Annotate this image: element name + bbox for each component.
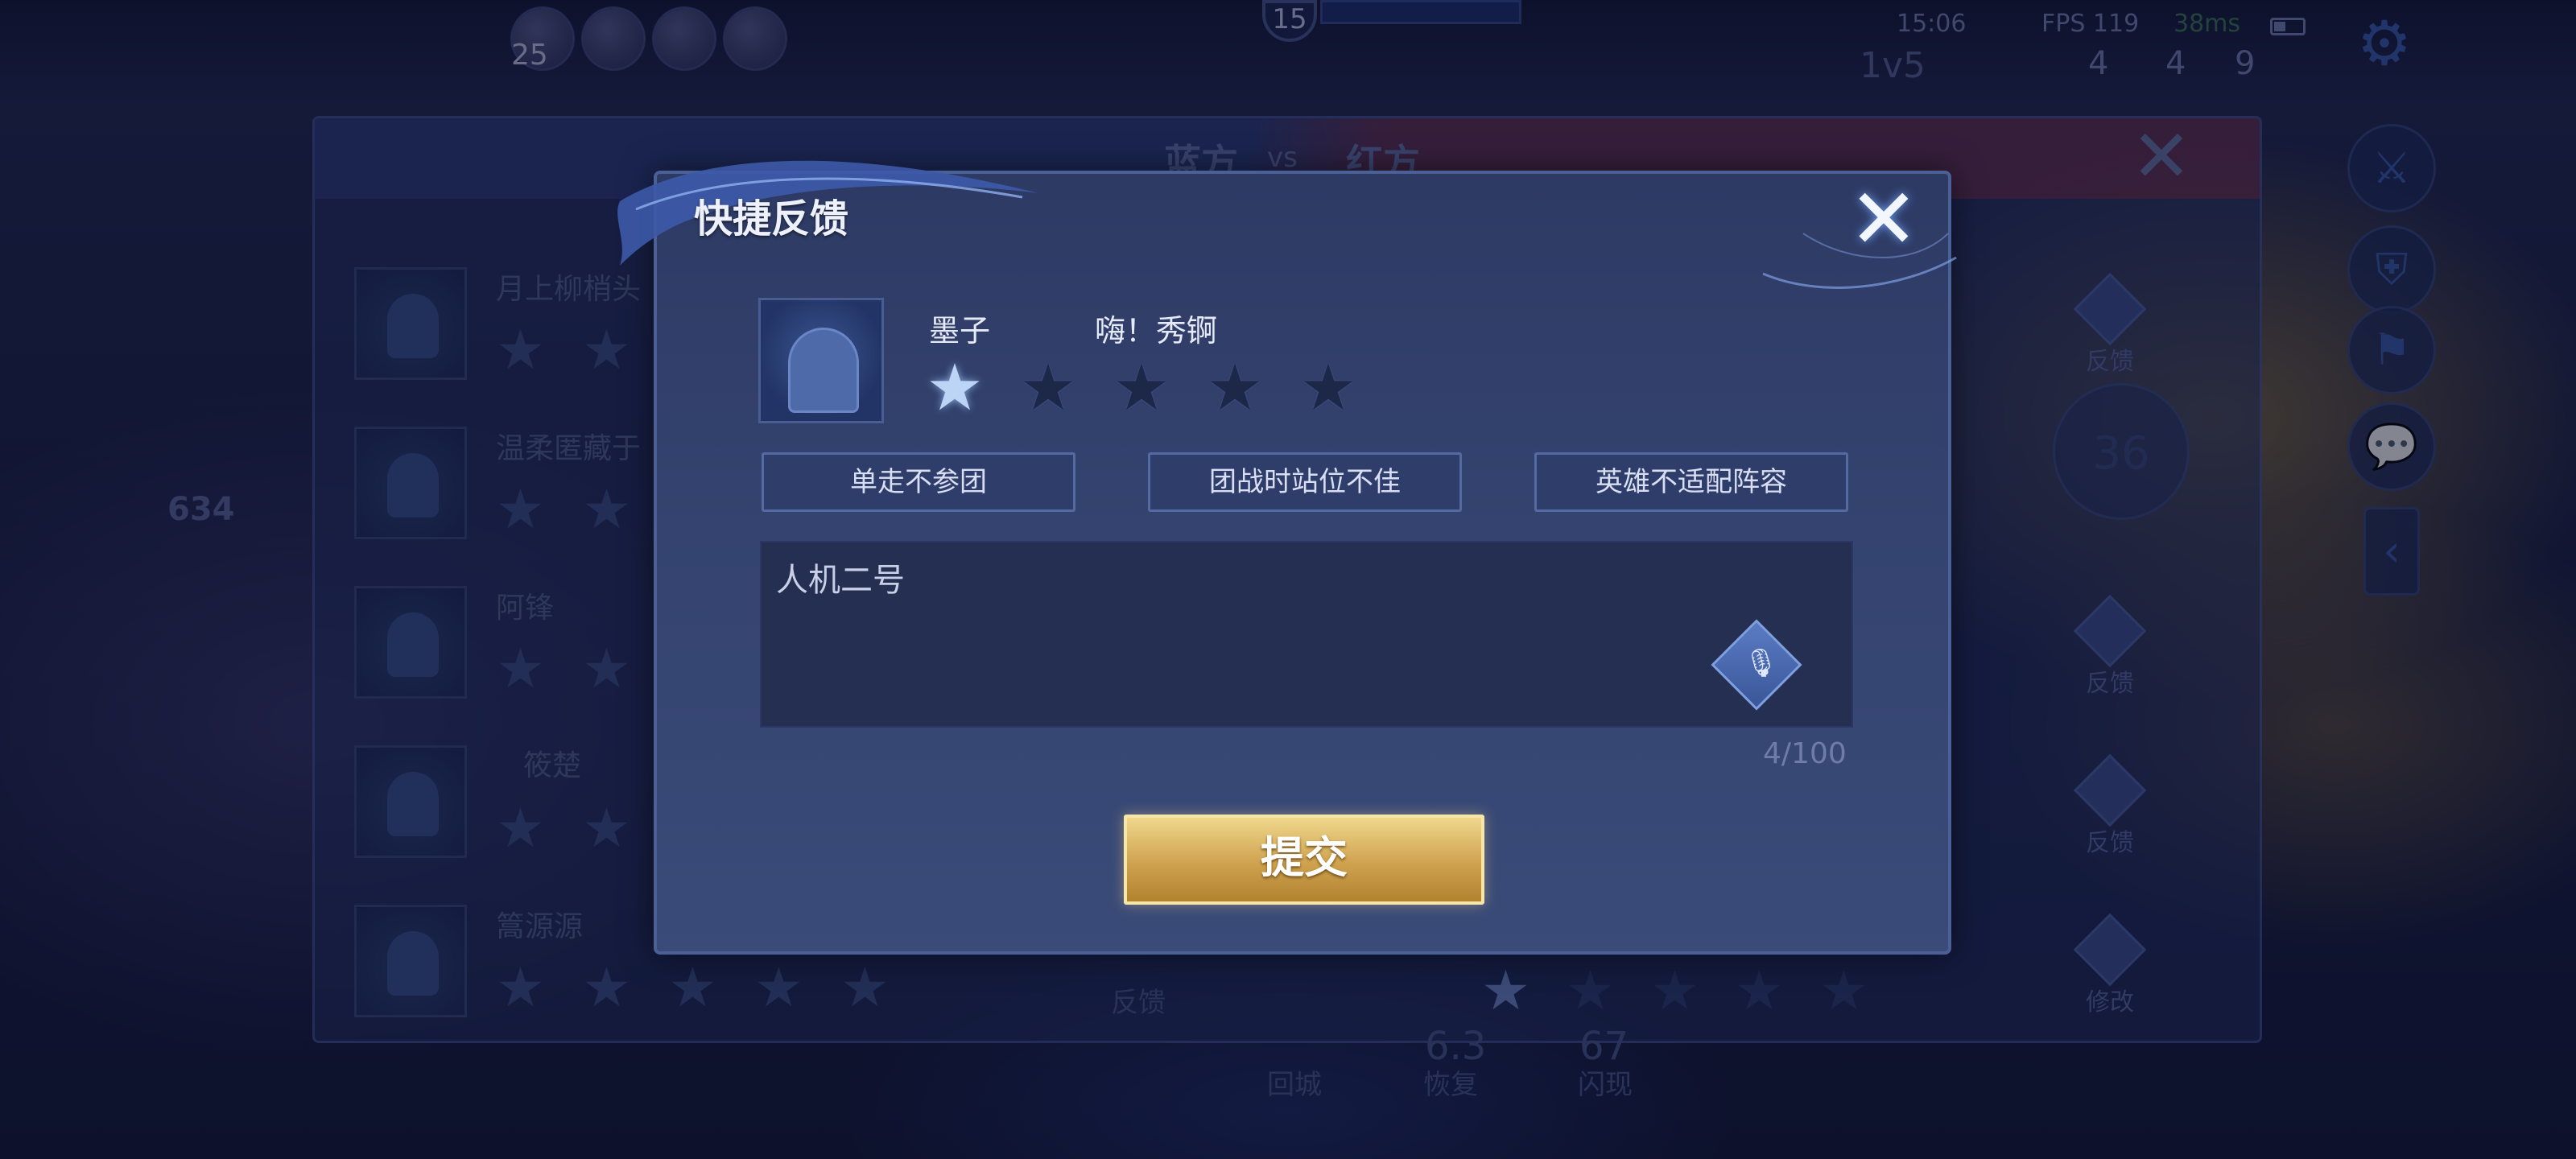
star-icon[interactable]: ★ <box>1109 356 1174 420</box>
tag-button-positioning[interactable]: 团战时站位不佳 <box>1148 452 1462 512</box>
star-icon[interactable]: ★ <box>1016 356 1080 420</box>
tag-button-solo[interactable]: 单走不参团 <box>762 452 1075 512</box>
microphone-icon: 🎙 <box>1743 646 1779 679</box>
comment-textarea[interactable]: 人机二号 🎙 <box>760 541 1853 728</box>
submit-button[interactable]: 提交 <box>1124 815 1484 905</box>
star-icon[interactable]: ★ <box>1203 356 1267 420</box>
hero-silhouette-icon <box>788 328 859 413</box>
comment-text: 人机二号 <box>776 562 905 599</box>
player-avatar <box>758 298 884 423</box>
dialog-title: 快捷反馈 <box>694 196 849 241</box>
voice-input-button[interactable]: 🎙 <box>1711 619 1802 711</box>
tag-button-hero-mismatch[interactable]: 英雄不适配阵容 <box>1534 452 1848 512</box>
player-nickname: 嗨！秀锕 <box>1095 313 1218 349</box>
char-counter: 4/100 <box>1763 737 1847 770</box>
star-icon[interactable]: ★ <box>1296 356 1360 420</box>
star-rating: ★ ★ ★ ★ ★ <box>923 356 1389 420</box>
player-name: 墨子 <box>929 313 991 349</box>
dialog-close-icon[interactable]: ✕ <box>1843 177 1924 261</box>
star-icon[interactable]: ★ <box>923 356 987 420</box>
